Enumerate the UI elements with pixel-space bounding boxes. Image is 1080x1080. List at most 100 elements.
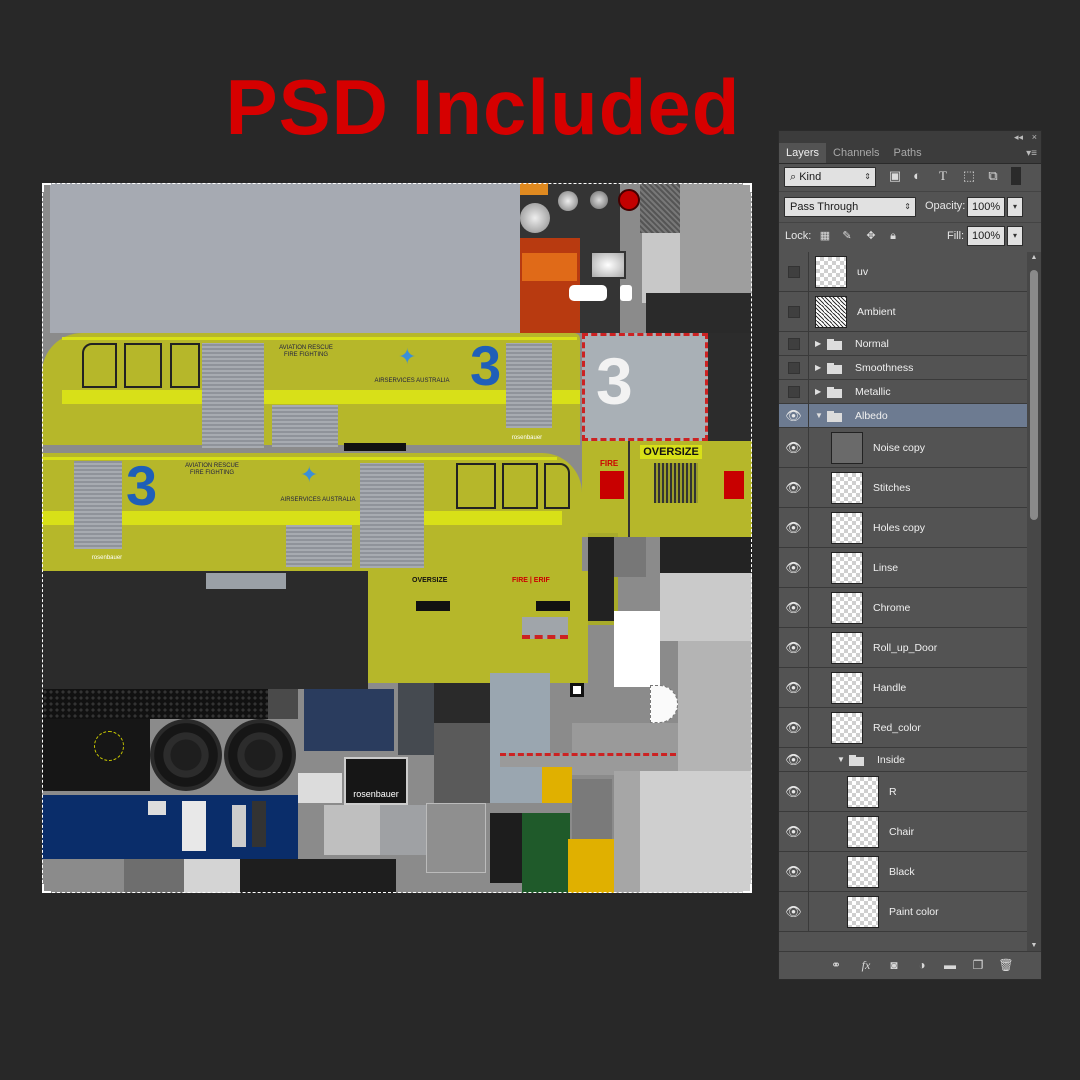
- layer-row[interactable]: 👁︎ ▼ Inside: [779, 748, 1027, 772]
- layer-row[interactable]: 👁︎ Chrome: [779, 588, 1027, 628]
- eye-icon[interactable]: 👁︎: [779, 508, 809, 547]
- arff-label-lower: AVIATION RESCUE FIRE FIGHTING: [185, 463, 239, 476]
- lock-all-icon[interactable]: 🔒︎: [885, 228, 901, 244]
- filter-kind-select[interactable]: ⌕ Kind ⇕: [784, 167, 876, 187]
- adjustment-filter-icon[interactable]: ◐: [909, 168, 925, 184]
- shape-filter-icon[interactable]: ⬚: [961, 168, 977, 184]
- layer-row[interactable]: 👁︎ Holes copy: [779, 508, 1027, 548]
- red-lamp: [618, 189, 640, 211]
- layer-row[interactable]: 👁︎ Chair: [779, 812, 1027, 852]
- lock-brush-icon[interactable]: ✎: [839, 228, 855, 244]
- sep-1: [779, 191, 1041, 192]
- lock-move-icon[interactable]: ✥: [863, 228, 879, 244]
- layer-name: Black: [889, 866, 915, 878]
- eye-icon[interactable]: 👁︎: [779, 772, 809, 811]
- tab-paths[interactable]: Paths: [887, 143, 929, 163]
- select-arrows-icon: ⇕: [864, 172, 871, 181]
- layer-row[interactable]: ▶ Metallic: [779, 380, 1027, 404]
- visibility-box-icon[interactable]: [779, 380, 809, 403]
- collapse-arrow-icon[interactable]: ▼: [815, 411, 823, 420]
- folder-icon[interactable]: ▬: [941, 957, 959, 973]
- eye-icon[interactable]: 👁︎: [779, 588, 809, 627]
- eye-icon[interactable]: 👁︎: [779, 628, 809, 667]
- layer-name: Chair: [889, 826, 915, 838]
- gray-patch-a: [680, 183, 752, 293]
- layer-row[interactable]: 👁︎ Handle: [779, 668, 1027, 708]
- lock-transparent-icon[interactable]: ▦: [817, 228, 833, 244]
- scroll-down-icon[interactable]: ▼: [1027, 942, 1041, 949]
- eye-icon[interactable]: 👁︎: [779, 548, 809, 587]
- white-pill: [569, 285, 607, 301]
- layer-row[interactable]: 👁︎ Noise copy: [779, 428, 1027, 468]
- layer-row[interactable]: 👁︎ Stitches: [779, 468, 1027, 508]
- link-icon[interactable]: ⚭: [827, 957, 845, 973]
- expand-arrow-icon[interactable]: ▶: [815, 387, 821, 396]
- mesh-patch: [640, 183, 680, 233]
- opacity-field[interactable]: 100%: [967, 197, 1005, 217]
- eye-icon[interactable]: 👁︎: [779, 812, 809, 851]
- layer-row[interactable]: 👁︎ Paint color: [779, 892, 1027, 932]
- fx-icon[interactable]: fx: [857, 957, 875, 973]
- new-layer-icon[interactable]: ❐: [969, 957, 987, 973]
- layer-name: Ambient: [857, 306, 896, 318]
- opacity-dropdown-icon[interactable]: ▾: [1007, 197, 1023, 217]
- layer-row[interactable]: Ambient: [779, 292, 1027, 332]
- tab-channels[interactable]: Channels: [826, 143, 886, 163]
- select-arrows-icon: ⇕: [904, 202, 911, 211]
- white-pill-small: [620, 285, 632, 301]
- layer-row[interactable]: ▶ Normal: [779, 332, 1027, 356]
- collapse-icon[interactable]: ◂◂: [1014, 131, 1023, 143]
- adjustment-icon[interactable]: ◑: [913, 957, 931, 973]
- blend-mode-select[interactable]: Pass Through ⇕: [784, 197, 916, 217]
- filter-row: ⌕ Kind ⇕ ▣ ◐ T ⬚ ⧉: [779, 164, 1041, 190]
- texture-canvas[interactable]: 3 AVIATION RESCUE FIRE FIGHTING AIRSERVI…: [42, 183, 752, 893]
- eye-icon[interactable]: 👁︎: [779, 852, 809, 891]
- layer-row[interactable]: 👁︎ R: [779, 772, 1027, 812]
- visibility-box-icon[interactable]: [779, 252, 809, 291]
- trash-icon[interactable]: 🗑︎: [997, 957, 1015, 973]
- eye-icon[interactable]: 👁︎: [779, 404, 809, 427]
- chassis-lights-2: [536, 601, 570, 611]
- scroll-thumb[interactable]: [1030, 270, 1038, 520]
- expand-arrow-icon[interactable]: ▶: [815, 339, 821, 348]
- eye-icon[interactable]: 👁︎: [779, 748, 809, 771]
- collapse-arrow-icon[interactable]: ▼: [837, 755, 845, 764]
- visibility-box-icon[interactable]: [779, 356, 809, 379]
- mask-icon[interactable]: ◙: [885, 957, 903, 973]
- right-gray-2: [614, 771, 640, 893]
- layer-row[interactable]: ▶ Smoothness: [779, 356, 1027, 380]
- fill-dropdown-icon[interactable]: ▾: [1007, 226, 1023, 246]
- chassis-lights-1: [416, 601, 450, 611]
- panel-menu-icon[interactable]: ▾≡: [1026, 143, 1037, 164]
- headlight-3: [590, 191, 608, 209]
- layer-row[interactable]: 👁︎ Linse: [779, 548, 1027, 588]
- layer-thumbnail: [831, 592, 863, 624]
- cab-window-2: [124, 343, 162, 388]
- filter-toggle[interactable]: [1011, 167, 1021, 185]
- eye-icon[interactable]: 👁︎: [779, 468, 809, 507]
- smartobject-filter-icon[interactable]: ⧉: [985, 168, 1001, 184]
- fire-label: FIRE: [600, 459, 619, 468]
- visibility-box-icon[interactable]: [779, 332, 809, 355]
- visibility-box-icon[interactable]: [779, 292, 809, 331]
- layer-row[interactable]: 👁︎ Black: [779, 852, 1027, 892]
- eye-icon[interactable]: 👁︎: [779, 708, 809, 747]
- image-filter-icon[interactable]: ▣: [887, 168, 903, 184]
- layer-row[interactable]: 👁︎ ▼ Albedo: [779, 404, 1027, 428]
- fill-field[interactable]: 100%: [967, 226, 1005, 246]
- layer-row[interactable]: 👁︎ Red_color: [779, 708, 1027, 748]
- layers-scrollbar[interactable]: ▲ ▼: [1027, 252, 1041, 951]
- layer-name: Metallic: [855, 386, 891, 398]
- expand-arrow-icon[interactable]: ▶: [815, 363, 821, 372]
- layer-row[interactable]: uv: [779, 252, 1027, 292]
- eye-icon[interactable]: 👁︎: [779, 428, 809, 467]
- rear-red-light-2: [724, 471, 744, 499]
- layer-row[interactable]: 👁︎ Roll_up_Door: [779, 628, 1027, 668]
- cab-window-1: [82, 343, 117, 388]
- scroll-up-icon[interactable]: ▲: [1027, 254, 1041, 261]
- close-icon[interactable]: ×: [1032, 131, 1037, 143]
- tab-layers[interactable]: Layers: [779, 143, 827, 163]
- eye-icon[interactable]: 👁︎: [779, 892, 809, 931]
- eye-icon[interactable]: 👁︎: [779, 668, 809, 707]
- type-filter-icon[interactable]: T: [935, 168, 951, 184]
